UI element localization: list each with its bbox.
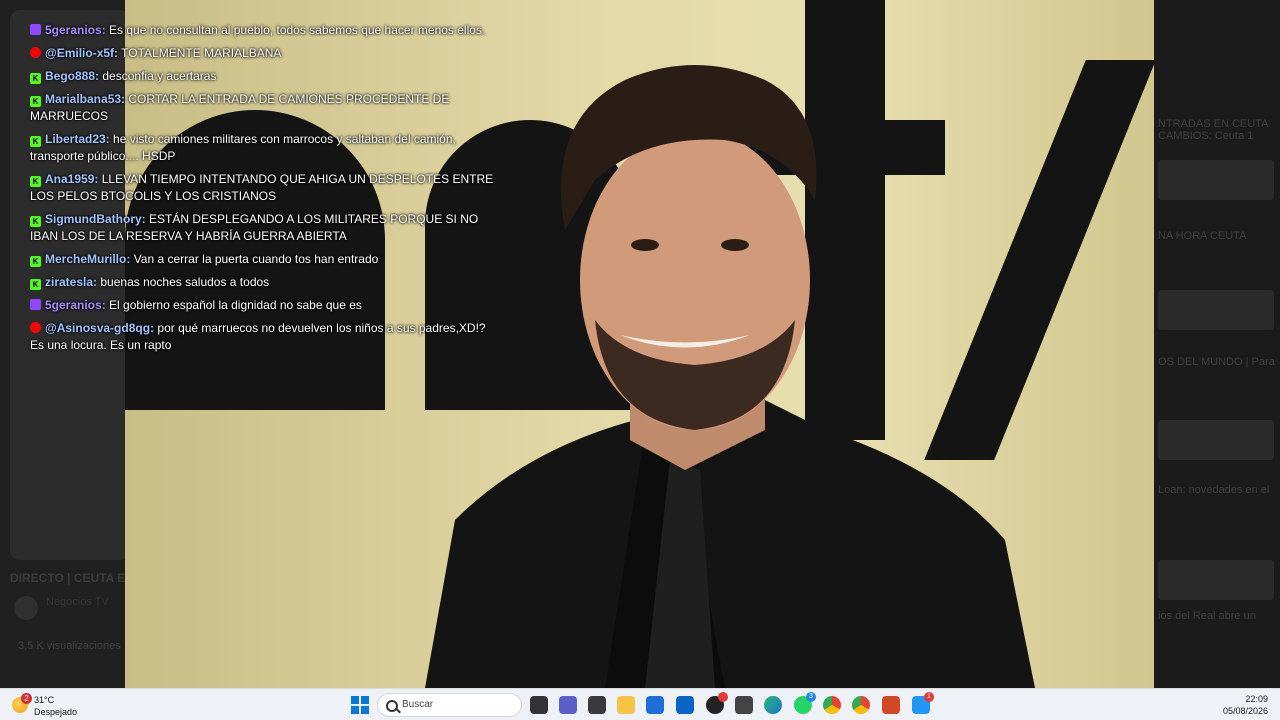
kick-icon: K	[30, 136, 41, 147]
folder-icon[interactable]	[617, 696, 635, 714]
chat-username: Bego888:	[45, 69, 100, 83]
chat-message: K Ana1959: LLEVAN TIEMPO INTENTANDO QUE A…	[30, 171, 500, 205]
clock-time: 22:09	[1245, 694, 1268, 704]
chat-message: Kziratesla: buenas noches saludos a todo…	[30, 274, 500, 291]
twitch-icon	[30, 24, 41, 35]
kick-icon: K	[30, 176, 41, 187]
rec-title-2: CAMBIOS: Ceuta 1	[1158, 130, 1254, 142]
weather-temperature: 31°C	[34, 695, 55, 705]
kick-icon: K	[30, 279, 41, 290]
chat-message: K Bego888: desconfia y acertaras	[30, 68, 500, 85]
chat-username: @Emilio-x5f:	[45, 46, 119, 60]
chat-username: ziratesla:	[45, 275, 98, 289]
chat-text: El gobierno español la dignidad no sabe …	[109, 298, 362, 312]
chat-username: 5geranios:	[45, 23, 106, 37]
chat-message: 5geranios: El gobierno español la dignid…	[30, 297, 500, 314]
store-icon[interactable]	[646, 696, 664, 714]
whatsapp-icon[interactable]: 3	[794, 692, 816, 714]
weather-widget[interactable]: 2 31°C Despejado	[10, 693, 110, 717]
chat-text: TOTALMENTE MARIALBANA	[121, 46, 282, 60]
chat-message: K Marialbana53: CORTAR LA ENTRADA DE CAMI…	[30, 91, 500, 125]
background-channel-name: Negocios TV	[46, 596, 109, 608]
background-recommendations: NTRADAS EN CEUTA CAMBIOS: Ceuta 1 NA HOR…	[1154, 0, 1280, 688]
chat-text: Van a cerrar la puerta cuando tos han en…	[133, 252, 379, 266]
chat-username: Libertad23:	[45, 132, 110, 146]
powerpoint-icon[interactable]	[882, 696, 900, 714]
kick-icon: K	[30, 96, 41, 107]
chat-username: Marialbana53:	[45, 92, 126, 106]
teams-icon[interactable]	[559, 696, 577, 714]
kick-icon: K	[30, 216, 41, 227]
notification-badge	[718, 692, 728, 702]
record-icon[interactable]	[706, 692, 728, 714]
twitch-icon	[30, 299, 41, 310]
chat-message: @Asinosva-gd8qg: por qué marruecos no de…	[30, 320, 500, 354]
weather-description: Despejado	[34, 707, 78, 717]
clock-date: 05/08/2026	[1222, 706, 1268, 716]
app-icon[interactable]: 1	[912, 692, 934, 714]
start-icon[interactable]	[351, 696, 369, 714]
widgets-icon[interactable]	[530, 696, 548, 714]
search-icon	[386, 700, 398, 712]
chat-message: K Libertad23: he visto camiones militares…	[30, 131, 500, 165]
search-placeholder: Buscar	[402, 699, 434, 710]
notification-badge: 2	[21, 693, 32, 704]
chat-text: desconfia y acertaras	[102, 69, 217, 83]
search-box[interactable]: Buscar	[377, 693, 522, 717]
chat-message: K SigmundBathory: ESTÁN DESPLEGANDO A LOS…	[30, 211, 500, 245]
chat-text: Es que no consultan al pueblo, todos sab…	[109, 23, 486, 37]
rec-title-1: NTRADAS EN CEUTA	[1158, 118, 1269, 130]
outlook-icon[interactable]	[676, 696, 694, 714]
kick-icon: K	[30, 73, 41, 84]
obs-icon[interactable]	[588, 696, 606, 714]
rec-title-4: OS DEL MUNDO | Para	[1158, 356, 1275, 368]
unity-icon[interactable]	[735, 696, 753, 714]
chat-overlay: 5geranios: Es que no consultan al pueblo…	[30, 22, 500, 360]
chat-message: 5geranios: Es que no consultan al pueblo…	[30, 22, 500, 39]
chat-message: K MercheMurillo: Van a cerrar la puerta c…	[30, 251, 500, 268]
channel-avatar	[14, 596, 38, 620]
kick-icon: K	[30, 256, 41, 267]
rec-title-6: ios del Real abre un	[1158, 610, 1256, 622]
rec-title-3: NA HORA CEUTA	[1158, 230, 1247, 242]
notification-badge: 1	[924, 692, 934, 702]
clock[interactable]: 22:09 05/08/2026	[1223, 693, 1268, 717]
rec-title-5: Loan: novedades en el	[1158, 484, 1270, 496]
background-video-title: DIRECTO | CEUTA E	[10, 571, 126, 585]
edge-icon[interactable]	[764, 696, 782, 714]
chat-username: SigmundBathory:	[45, 212, 146, 226]
chat-username: 5geranios:	[45, 298, 106, 312]
chat-text: buenas noches saludos a todos	[100, 275, 270, 289]
youtube-icon	[30, 47, 41, 58]
chat-username: MercheMurillo:	[45, 252, 131, 266]
notification-badge: 3	[806, 692, 816, 702]
youtube-icon	[30, 322, 41, 333]
background-views: 3,5 K visualizaciones	[18, 640, 121, 652]
chat-username: Ana1959:	[45, 172, 99, 186]
chat-text: LLEVAN TIEMPO INTENTANDO QUE AHIGA UN DE…	[30, 172, 494, 203]
taskbar: 2 31°C Despejado Buscar 3 1 22:09 05/08/…	[0, 688, 1280, 720]
chrome-icon[interactable]	[823, 696, 841, 714]
chat-message: @Emilio-x5f: TOTALMENTE MARIALBANA	[30, 45, 500, 62]
chat-username: @Asinosva-gd8qg:	[45, 321, 155, 335]
chrome-icon-2[interactable]	[852, 696, 870, 714]
